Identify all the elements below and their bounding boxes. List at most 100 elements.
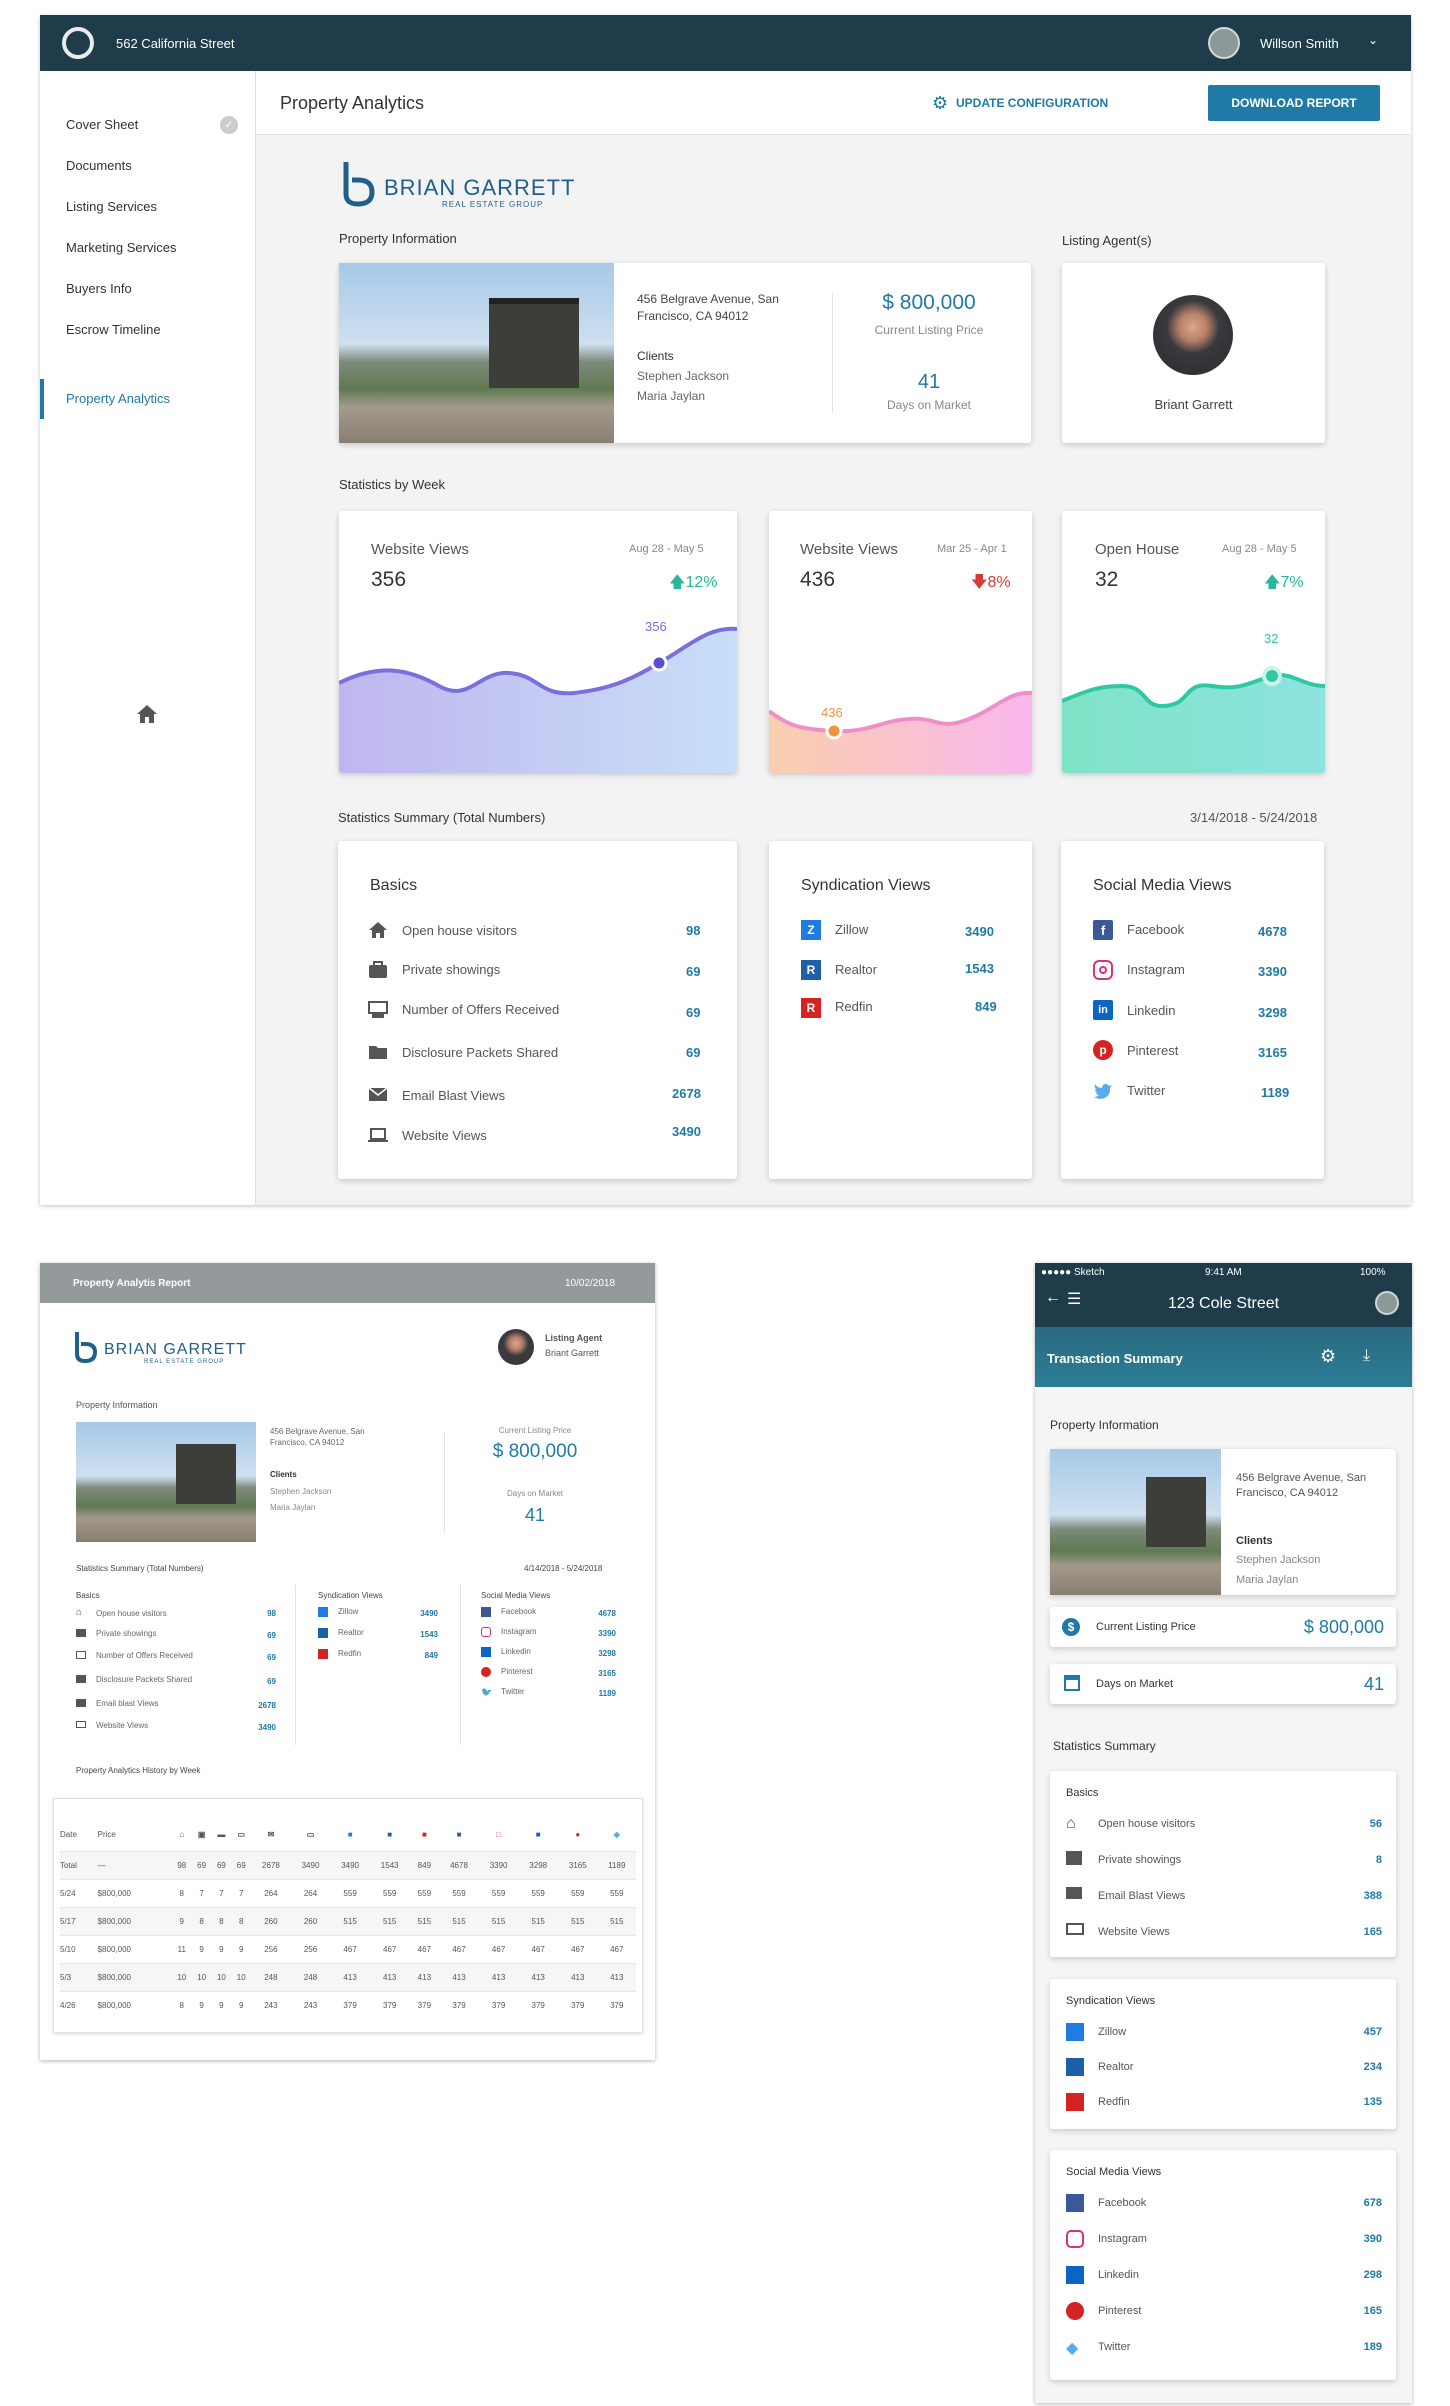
avatar[interactable] bbox=[1208, 27, 1240, 59]
home-icon bbox=[369, 922, 387, 938]
stat-card-open-house: Open House Aug 28 - May 5 32 🡅7% 32 bbox=[1062, 511, 1325, 773]
client-name: Maria Jaylan bbox=[1236, 1574, 1299, 1586]
home-icon[interactable] bbox=[136, 704, 158, 724]
chevron-down-icon[interactable]: ⌄ bbox=[1368, 33, 1378, 47]
folder-icon bbox=[76, 1675, 86, 1683]
row-label: Website Views bbox=[96, 1721, 149, 1730]
basics-row-label: Disclosure Packets Shared bbox=[402, 1045, 559, 1060]
days-card: Days on Market 41 bbox=[1050, 1664, 1396, 1704]
property-photo[interactable] bbox=[1050, 1449, 1221, 1595]
table-cell: 3490 bbox=[341, 1860, 359, 1870]
sidebar-item-property-analytics[interactable]: Property Analytics bbox=[66, 391, 170, 406]
gear-icon[interactable]: ⚙ bbox=[932, 94, 950, 112]
calendar-icon bbox=[1064, 1675, 1080, 1691]
section-listing-agents: Listing Agent(s) bbox=[1062, 233, 1152, 248]
stat-card-title: Website Views bbox=[800, 541, 898, 558]
email-icon bbox=[1066, 1887, 1082, 1899]
email-icon bbox=[368, 1087, 388, 1101]
basics-row: Disclosure Packets Shared 69 bbox=[76, 1675, 276, 1699]
history-table-body: Total —98 69 69 69 2678 3490 3490 1543 849 4678 339… bbox=[60, 1851, 636, 2019]
basics-row: Website Views 3490 bbox=[76, 1721, 276, 1743]
update-configuration-button[interactable]: UPDATE CONFIGURATION bbox=[956, 96, 1108, 110]
app-logo-icon[interactable] bbox=[62, 27, 94, 59]
basics-row-value: 69 bbox=[686, 1045, 701, 1060]
sidebar: Cover Sheet ✓ Documents Listing Services… bbox=[40, 71, 256, 1205]
table-cell: 8 bbox=[199, 1916, 204, 1926]
pinterest-icon: p bbox=[1093, 1040, 1113, 1060]
social-row-value: 3298 bbox=[1258, 1005, 1287, 1020]
report-title: Property Analytis Report bbox=[73, 1278, 191, 1289]
table-row: 4/26 $800,000 8 9 9 9 243 243 379 379 379 379 379 379… bbox=[60, 1991, 636, 2019]
brand-logo-icon bbox=[343, 162, 375, 207]
row-value: 3390 bbox=[598, 1629, 616, 1638]
property-photo bbox=[76, 1422, 256, 1542]
section-history: Property Analytics History by Week bbox=[76, 1766, 201, 1775]
social-row-value: 3165 bbox=[1258, 1045, 1287, 1060]
table-cell: 248 bbox=[303, 1972, 318, 1982]
table-cell: 413 bbox=[571, 1972, 585, 1982]
briefcase-icon bbox=[76, 1629, 86, 1637]
table-cell: 559 bbox=[417, 1888, 432, 1898]
sidebar-item-cover-sheet[interactable]: Cover Sheet bbox=[66, 117, 138, 132]
agent-name: Briant Garrett bbox=[545, 1348, 600, 1358]
history-table-card: Date Price ⌂ ▣ ▬ ▭ ✉ ▭ ■ ■ ■ ■ □ ■ ● ◆ T… bbox=[53, 1798, 643, 2033]
sidebar-item-listing-services[interactable]: Listing Services bbox=[66, 199, 157, 214]
social-title: Social Media Views bbox=[1066, 2166, 1162, 2178]
chart-point[interactable] bbox=[1262, 666, 1282, 686]
gear-icon[interactable]: ⚙ bbox=[1320, 1346, 1336, 1367]
row-value: 390 bbox=[1363, 2233, 1382, 2245]
row-value: 135 bbox=[1363, 2096, 1382, 2108]
twitter-icon: ◆ bbox=[1066, 2340, 1079, 2357]
chart-point[interactable] bbox=[650, 654, 668, 672]
client-name: Stephen Jackson bbox=[1236, 1554, 1321, 1566]
row-label: Realtor bbox=[1098, 2061, 1134, 2073]
syndication-row-label: Realtor bbox=[835, 962, 877, 977]
sidebar-item-escrow-timeline[interactable]: Escrow Timeline bbox=[66, 322, 161, 337]
agent-label: Listing Agent bbox=[545, 1333, 603, 1343]
report-header: Property Analytis Report 10/02/2018 bbox=[40, 1263, 655, 1303]
avatar[interactable] bbox=[1375, 1291, 1399, 1315]
syndication-title: Syndication Views bbox=[1066, 1995, 1156, 2007]
divider bbox=[295, 1585, 296, 1745]
table-cell: 467 bbox=[610, 1944, 624, 1954]
listing-price: $ 800,000 bbox=[492, 1441, 578, 1462]
row-value: 8 bbox=[1375, 1854, 1382, 1866]
stat-card-change: 🡇8% bbox=[971, 571, 1011, 598]
stat-card-value: 32 bbox=[1095, 568, 1119, 591]
row-value: 189 bbox=[1363, 2341, 1382, 2353]
table-cell: — bbox=[97, 1860, 106, 1870]
change-value: 12% bbox=[685, 574, 718, 591]
chart-point[interactable] bbox=[825, 722, 843, 740]
table-cell: 9 bbox=[219, 2000, 224, 2010]
basics-row: Website Views 165 bbox=[1066, 1923, 1382, 1959]
linkedin-icon: ■ bbox=[535, 1830, 541, 1840]
agent-avatar[interactable] bbox=[1153, 295, 1233, 375]
syndication-title: Syndication Views bbox=[801, 877, 931, 894]
syndication-row-value: 1543 bbox=[965, 961, 994, 976]
mobile-syndication-card: Syndication Views Zillow 457 Realtor 234 R… bbox=[1050, 1979, 1396, 2129]
download-report-button[interactable]: DOWNLOAD REPORT bbox=[1208, 85, 1380, 121]
table-cell: 10 bbox=[216, 1972, 226, 1982]
social-row: 🐦 Twitter 1189 bbox=[481, 1687, 616, 1707]
sidebar-item-documents[interactable]: Documents bbox=[66, 158, 132, 173]
social-title: Social Media Views bbox=[481, 1591, 551, 1600]
agent-card: Briant Garrett bbox=[1062, 263, 1325, 443]
social-row-label: Twitter bbox=[1127, 1083, 1166, 1098]
row-value: 3298 bbox=[598, 1649, 616, 1658]
clients-label: Clients bbox=[270, 1470, 297, 1479]
home-icon: ⌂ bbox=[76, 1607, 83, 1618]
row-value: 234 bbox=[1363, 2061, 1382, 2073]
syndication-title: Syndication Views bbox=[318, 1591, 383, 1600]
row-value: 98 bbox=[267, 1609, 276, 1618]
property-photo[interactable] bbox=[339, 263, 614, 443]
sidebar-item-marketing-services[interactable]: Marketing Services bbox=[66, 240, 177, 255]
sidebar-item-buyers-info[interactable]: Buyers Info bbox=[66, 281, 132, 296]
email-icon: ✉ bbox=[267, 1830, 275, 1840]
table-cell: 467 bbox=[571, 1944, 585, 1954]
download-icon[interactable]: ⤓ bbox=[1363, 1347, 1370, 1365]
user-name[interactable]: Willson Smith bbox=[1260, 36, 1339, 51]
row-label: Redfin bbox=[1098, 2096, 1130, 2108]
table-cell: 9 bbox=[219, 1944, 224, 1954]
table-cell: 8 bbox=[238, 1916, 244, 1926]
basics-row: Private showings 69 bbox=[76, 1629, 276, 1651]
